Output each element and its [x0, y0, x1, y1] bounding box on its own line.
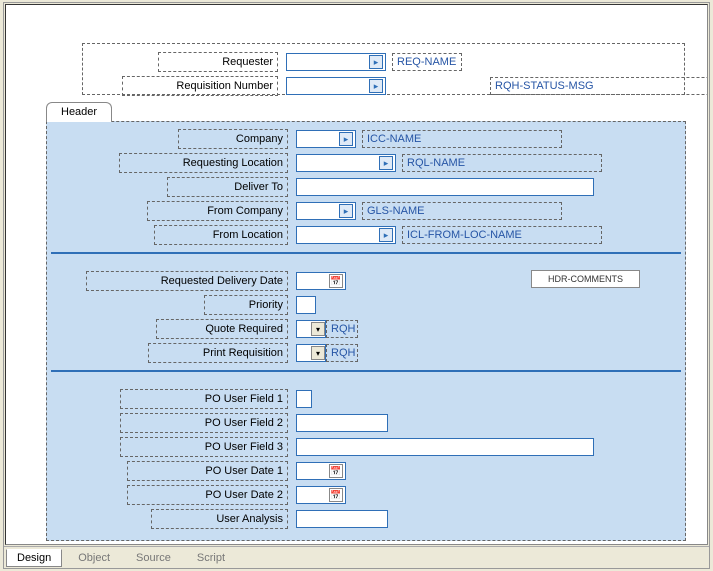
tab-object[interactable]: Object — [68, 550, 120, 566]
uanal-label-holder: User Analysis — [151, 509, 288, 529]
req-date-label-holder: Requested Delivery Date — [86, 271, 288, 291]
divider-2 — [51, 370, 681, 372]
from-loc-display: ICL-FROM-LOC-NAME — [402, 226, 602, 244]
calendar-icon[interactable]: 📅 — [329, 464, 343, 478]
quote-req-label-holder: Quote Required — [156, 319, 288, 339]
ud2-input[interactable]: 📅 — [296, 486, 346, 504]
uf1-label: PO User Field 1 — [205, 393, 283, 405]
lookup-icon[interactable]: ▸ — [379, 228, 393, 242]
chevron-down-icon[interactable]: ▾ — [311, 322, 325, 336]
tab-design[interactable]: Design — [6, 549, 62, 567]
from-company-label: From Company — [207, 205, 283, 217]
ud1-input[interactable]: 📅 — [296, 462, 346, 480]
from-loc-input[interactable]: ▸ — [296, 226, 396, 244]
uf1-label-holder: PO User Field 1 — [120, 389, 288, 409]
priority-label-holder: Priority — [204, 295, 288, 315]
main-scroll[interactable]: Requester ▸ REQ-NAME Requisition Number … — [5, 4, 708, 545]
print-req-suffix: RQH — [326, 344, 358, 362]
calendar-icon[interactable]: 📅 — [329, 274, 343, 288]
company-label-holder: Company — [178, 129, 288, 149]
uf3-input[interactable] — [296, 438, 594, 456]
print-req-select[interactable]: ▾ — [296, 344, 326, 362]
tab-script[interactable]: Script — [187, 550, 235, 566]
from-loc-label: From Location — [213, 229, 283, 241]
priority-label: Priority — [249, 299, 283, 311]
req-date-label: Requested Delivery Date — [161, 275, 283, 287]
ud2-label: PO User Date 2 — [205, 489, 283, 501]
uf2-label-holder: PO User Field 2 — [120, 413, 288, 433]
form-canvas: Requester ▸ REQ-NAME Requisition Number … — [6, 5, 686, 545]
chevron-down-icon[interactable]: ▾ — [311, 346, 325, 360]
quote-req-select[interactable]: ▾ — [296, 320, 326, 338]
requester-display: REQ-NAME — [392, 53, 462, 71]
from-company-label-holder: From Company — [147, 201, 288, 221]
from-company-display: GLS-NAME — [362, 202, 562, 220]
tab-source[interactable]: Source — [126, 550, 181, 566]
divider-1 — [51, 252, 681, 254]
deliver-to-label-holder: Deliver To — [167, 177, 288, 197]
uanal-input[interactable] — [296, 510, 388, 528]
ud2-label-holder: PO User Date 2 — [127, 485, 288, 505]
tab-header[interactable]: Header — [46, 102, 112, 122]
hdr-comments-button[interactable]: HDR-COMMENTS — [531, 270, 640, 288]
quote-req-suffix: RQH — [326, 320, 358, 338]
print-req-label: Print Requisition — [203, 347, 283, 359]
deliver-to-input[interactable] — [296, 178, 594, 196]
quote-req-label: Quote Required — [205, 323, 283, 335]
company-label: Company — [236, 133, 283, 145]
company-input[interactable]: ▸ — [296, 130, 356, 148]
footer-tabs: Design Object Source Script — [4, 546, 709, 568]
req-number-input[interactable]: ▸ — [286, 77, 386, 95]
lookup-icon[interactable]: ▸ — [339, 204, 353, 218]
uf1-input[interactable] — [296, 390, 312, 408]
priority-input[interactable] — [296, 296, 316, 314]
uf2-label: PO User Field 2 — [205, 417, 283, 429]
req-loc-display: RQL-NAME — [402, 154, 602, 172]
requester-input[interactable]: ▸ — [286, 53, 386, 71]
lookup-icon[interactable]: ▸ — [369, 79, 383, 93]
requester-label: Requester — [222, 56, 273, 68]
print-req-label-holder: Print Requisition — [148, 343, 288, 363]
lookup-icon[interactable]: ▸ — [379, 156, 393, 170]
header-panel: Company ▸ ICC-NAME Requesting Location ▸ — [46, 121, 686, 541]
ud1-label: PO User Date 1 — [205, 465, 283, 477]
deliver-to-label: Deliver To — [234, 181, 283, 193]
from-loc-label-holder: From Location — [154, 225, 288, 245]
req-loc-input[interactable]: ▸ — [296, 154, 396, 172]
requester-label-holder: Requester — [158, 52, 278, 72]
lookup-icon[interactable]: ▸ — [369, 55, 383, 69]
req-number-label: Requisition Number — [176, 80, 273, 92]
from-company-input[interactable]: ▸ — [296, 202, 356, 220]
uf3-label-holder: PO User Field 3 — [120, 437, 288, 457]
req-date-input[interactable]: 📅 — [296, 272, 346, 290]
uf3-label: PO User Field 3 — [205, 441, 283, 453]
req-loc-label: Requesting Location — [183, 157, 283, 169]
req-number-display: RQH-STATUS-MSG — [490, 77, 708, 95]
uanal-label: User Analysis — [216, 513, 283, 525]
uf2-input[interactable] — [296, 414, 388, 432]
req-number-label-holder: Requisition Number — [122, 76, 278, 96]
company-display: ICC-NAME — [362, 130, 562, 148]
ud1-label-holder: PO User Date 1 — [127, 461, 288, 481]
hdr-comments-button-holder: HDR-COMMENTS — [531, 270, 640, 288]
lookup-icon[interactable]: ▸ — [339, 132, 353, 146]
calendar-icon[interactable]: 📅 — [329, 488, 343, 502]
req-loc-label-holder: Requesting Location — [119, 153, 288, 173]
